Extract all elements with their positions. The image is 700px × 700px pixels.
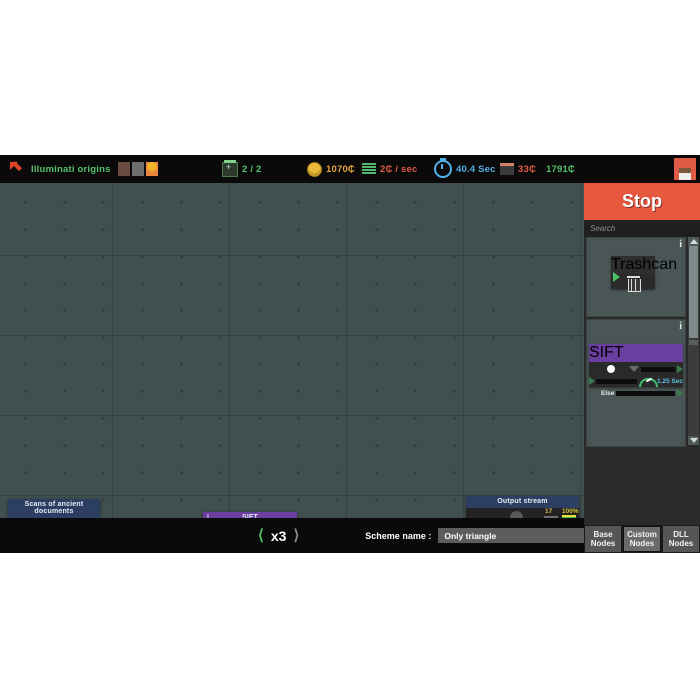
palette-trashcan-input-port[interactable] (613, 272, 620, 282)
capacity-indicator: 2 / 2 (222, 155, 262, 183)
calendar-icon (500, 163, 514, 175)
speed-gauge-icon (638, 376, 658, 387)
storage-box-icon (222, 159, 238, 177)
palette-sift-else-label: Else (601, 389, 615, 397)
timer-label: 40.4 Sec (456, 163, 496, 175)
total-indicator: 1791₵ (546, 155, 575, 183)
palette-sift-speed-label: 1.25 Sec (656, 377, 683, 385)
scheme-name-input[interactable]: Only triangle (438, 528, 584, 543)
level-title-label: Illuminati origins (31, 163, 111, 175)
palette-sift-output-port-match[interactable] (677, 365, 683, 373)
tab-custom-nodes-line1: Custom (627, 529, 657, 539)
back-arrow-icon[interactable] (10, 162, 24, 176)
palette-sift-node[interactable]: SIFT i 1.25 Sec Else (589, 344, 683, 397)
stop-button[interactable]: Stop (584, 183, 700, 220)
node-category-tabs: Base Nodes Custom Nodes DLL Nodes (584, 525, 700, 553)
search-input[interactable]: Search (584, 220, 700, 237)
speed-multiplier-label: x3 (270, 527, 287, 544)
chevron-left-icon[interactable]: ⟨ (258, 528, 264, 543)
upkeep-indicator: 33₵ (500, 155, 536, 183)
source-node-title: Scans of ancient documents (8, 499, 100, 518)
node-palette-panel-2[interactable]: i SIFT i 1.25 Sec Else (586, 319, 686, 447)
output-stream-node[interactable]: Output stream 17 100% (466, 496, 579, 518)
chevron-down-icon[interactable] (629, 366, 639, 372)
back-button[interactable] (10, 155, 24, 183)
tab-custom-nodes[interactable]: Custom Nodes (623, 526, 661, 552)
medal-group (118, 155, 158, 183)
info-icon[interactable]: i (679, 321, 682, 332)
output-percent-label: 100% (562, 507, 579, 515)
stack-icon (362, 163, 376, 175)
search-placeholder: Search (590, 224, 616, 233)
coin-icon (307, 161, 322, 177)
palette-sift-input-port[interactable] (589, 377, 595, 385)
bottom-bar: ⟨ x3 ⟩ Scheme name : Only triangle (0, 518, 584, 553)
top-status-bar: Illuminati origins 2 / 2 1070₵ 2₵ / (0, 155, 700, 183)
game-window: Illuminati origins 2 / 2 1070₵ 2₵ / (0, 155, 700, 553)
palette-sift-row-else[interactable]: Else (589, 387, 683, 399)
tab-dll-nodes-line2: Nodes (668, 539, 694, 548)
palette-sift-output-port-else[interactable] (677, 389, 683, 397)
timer-indicator: 40.4 Sec (434, 155, 496, 183)
broom-icon[interactable] (674, 158, 696, 180)
tab-dll-nodes[interactable]: DLL Nodes (663, 526, 699, 552)
scheme-name-label: Scheme name : (365, 530, 432, 541)
tab-base-nodes-line1: Base (593, 529, 613, 539)
upkeep-label: 33₵ (518, 163, 537, 175)
income-rate-indicator: 2₵ / sec (362, 155, 418, 183)
node-graph-canvas[interactable]: Scans of ancient documents 17 19 34 SIFT… (0, 183, 584, 518)
scroll-down-arrow-icon[interactable] (688, 436, 699, 445)
palette-sift-filter-shape-circle[interactable] (607, 365, 615, 373)
wire-layer (0, 183, 584, 518)
scrollbar-track-segment[interactable] (689, 340, 698, 345)
palette-sift-title: SIFT i (589, 344, 683, 362)
tab-base-nodes[interactable]: Base Nodes (585, 526, 621, 552)
trash-icon (626, 276, 641, 292)
stopwatch-icon (434, 158, 452, 178)
info-icon[interactable]: i (679, 239, 682, 250)
money-indicator: 1070₵ (307, 155, 355, 183)
palette-trashcan-node[interactable]: Trashcan (611, 256, 677, 292)
info-icon[interactable]: i (593, 345, 595, 353)
income-rate-label: 2₵ / sec (380, 163, 418, 175)
medal-gold-icon (146, 162, 158, 176)
output-stream-body: 17 100% (466, 507, 579, 518)
output-shape-circle (510, 510, 523, 518)
level-title: Illuminati origins (31, 155, 111, 183)
chevron-right-icon[interactable]: ⟩ (293, 528, 299, 543)
palette-sift-row-filter[interactable] (589, 363, 683, 375)
capacity-label: 2 / 2 (242, 163, 262, 175)
tab-base-nodes-line2: Nodes (590, 539, 616, 548)
scheme-name-value: Only triangle (444, 530, 497, 541)
scroll-up-arrow-icon[interactable] (688, 237, 699, 246)
output-count-label: 17 (545, 507, 553, 515)
total-label: 1791₵ (546, 163, 575, 175)
palette-sift-body: 1.25 Sec Else (589, 362, 683, 399)
medal-silver-icon (132, 162, 144, 176)
output-stream-title: Output stream (466, 496, 579, 508)
node-palette-panel-1[interactable]: i Trashcan (586, 237, 686, 317)
right-sidebar: Stop Search i Trashcan i SIFT i 1.25 Sec… (584, 183, 700, 553)
money-label: 1070₵ (326, 163, 355, 175)
tab-dll-nodes-line1: DLL (673, 529, 689, 539)
medal-bronze-icon (118, 162, 130, 176)
palette-scrollbar[interactable] (688, 237, 699, 445)
source-node[interactable]: Scans of ancient documents 17 19 34 (8, 499, 100, 518)
tab-custom-nodes-line2: Nodes (629, 539, 655, 548)
palette-sift-row-speed: 1.25 Sec (589, 375, 683, 387)
scrollbar-thumb[interactable] (689, 246, 698, 338)
